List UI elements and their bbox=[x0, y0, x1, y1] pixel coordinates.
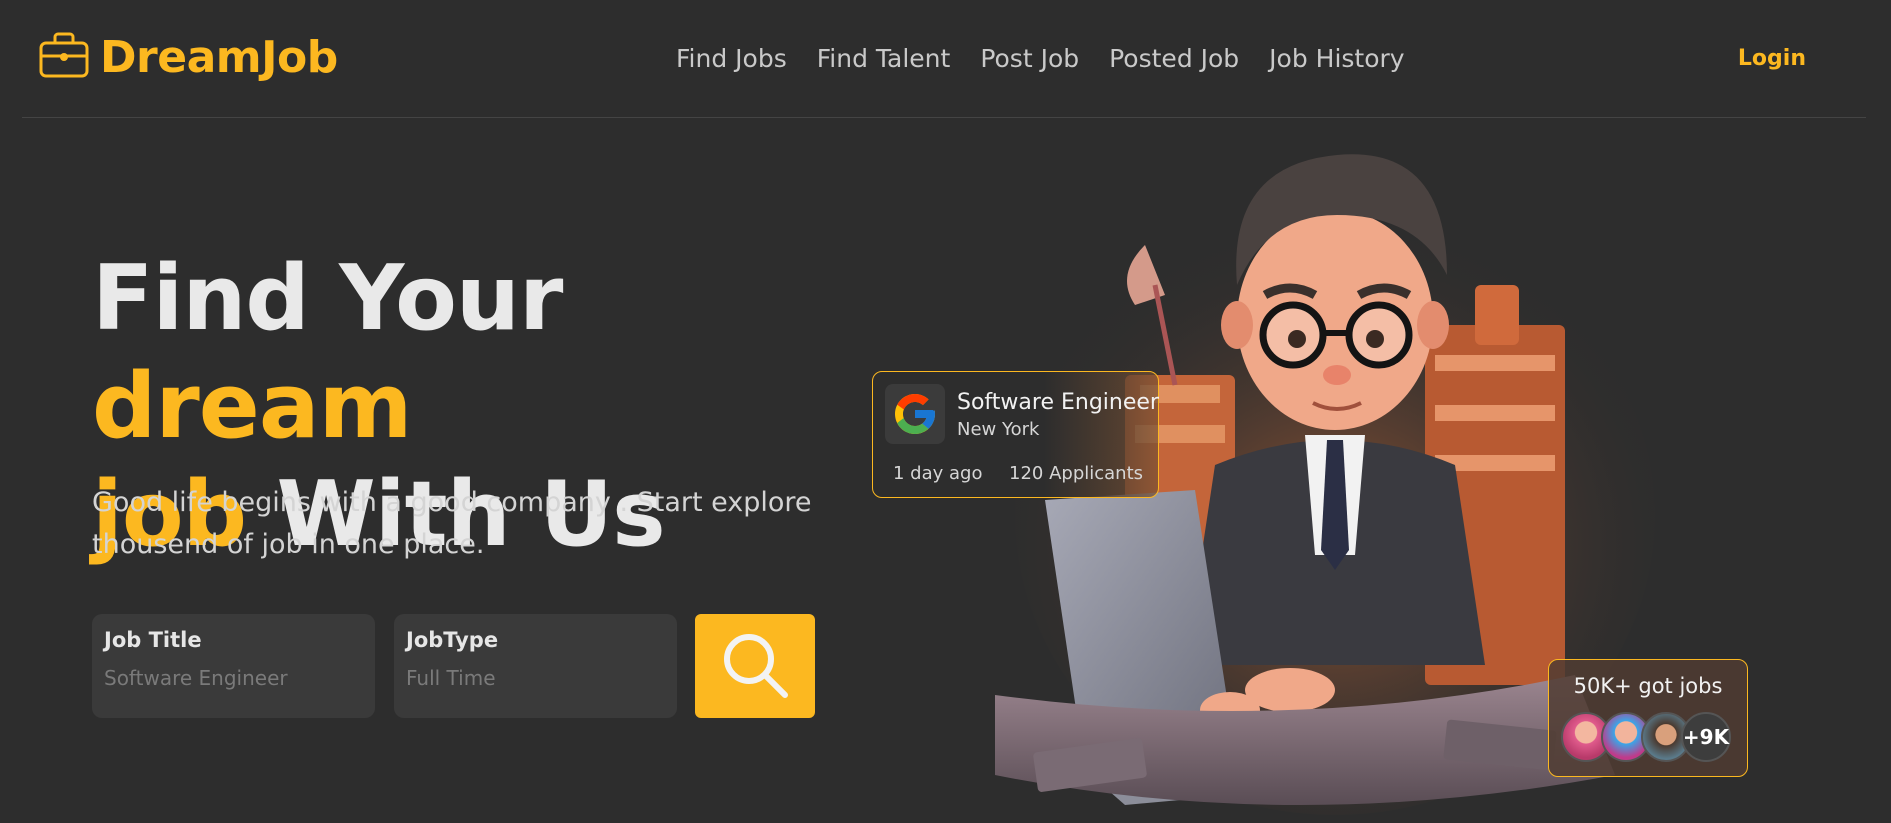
job-type-input[interactable] bbox=[406, 666, 665, 690]
job-card-location: New York bbox=[957, 419, 1040, 440]
job-type-field: JobType bbox=[394, 614, 677, 718]
job-card-applicants: 120 Applicants bbox=[1009, 463, 1144, 484]
brand-logo[interactable]: DreamJob bbox=[38, 30, 338, 84]
nav-find-jobs[interactable]: Find Jobs bbox=[676, 44, 787, 73]
stats-card: 50K+ got jobs +9K bbox=[1548, 659, 1748, 777]
featured-job-card[interactable]: Software Engineer New York 1 day ago 120… bbox=[872, 371, 1159, 498]
more-avatars-count: +9K bbox=[1681, 712, 1731, 762]
nav-job-history[interactable]: Job History bbox=[1269, 44, 1404, 73]
main-nav: Find Jobs Find Talent Post Job Posted Jo… bbox=[676, 44, 1405, 73]
brand-name: DreamJob bbox=[100, 31, 338, 83]
briefcase-icon bbox=[38, 30, 90, 84]
job-title-label: Job Title bbox=[104, 628, 202, 652]
job-card-posted: 1 day ago bbox=[893, 463, 983, 484]
avatar-group: +9K bbox=[1561, 712, 1731, 762]
nav-find-talent[interactable]: Find Talent bbox=[817, 44, 951, 73]
header: DreamJob Find Jobs Find Talent Post Job … bbox=[22, 0, 1866, 118]
hero-title-part1: Find Your bbox=[92, 246, 563, 351]
job-card-title: Software Engineer bbox=[957, 390, 1159, 415]
hero-title-highlight-dream: dream bbox=[92, 354, 412, 459]
login-link[interactable]: Login bbox=[1738, 46, 1806, 71]
hero-subtitle: Good life begins with a good company . S… bbox=[92, 487, 812, 560]
search-button[interactable] bbox=[695, 614, 815, 718]
nav-post-job[interactable]: Post Job bbox=[980, 44, 1079, 73]
search-icon bbox=[719, 629, 791, 704]
job-title-field: Job Title bbox=[92, 614, 375, 718]
stats-text: 50K+ got jobs bbox=[1573, 674, 1723, 698]
job-type-label: JobType bbox=[406, 628, 499, 652]
nav-posted-job[interactable]: Posted Job bbox=[1109, 44, 1239, 73]
google-logo bbox=[885, 384, 945, 444]
job-title-input[interactable] bbox=[104, 666, 363, 690]
